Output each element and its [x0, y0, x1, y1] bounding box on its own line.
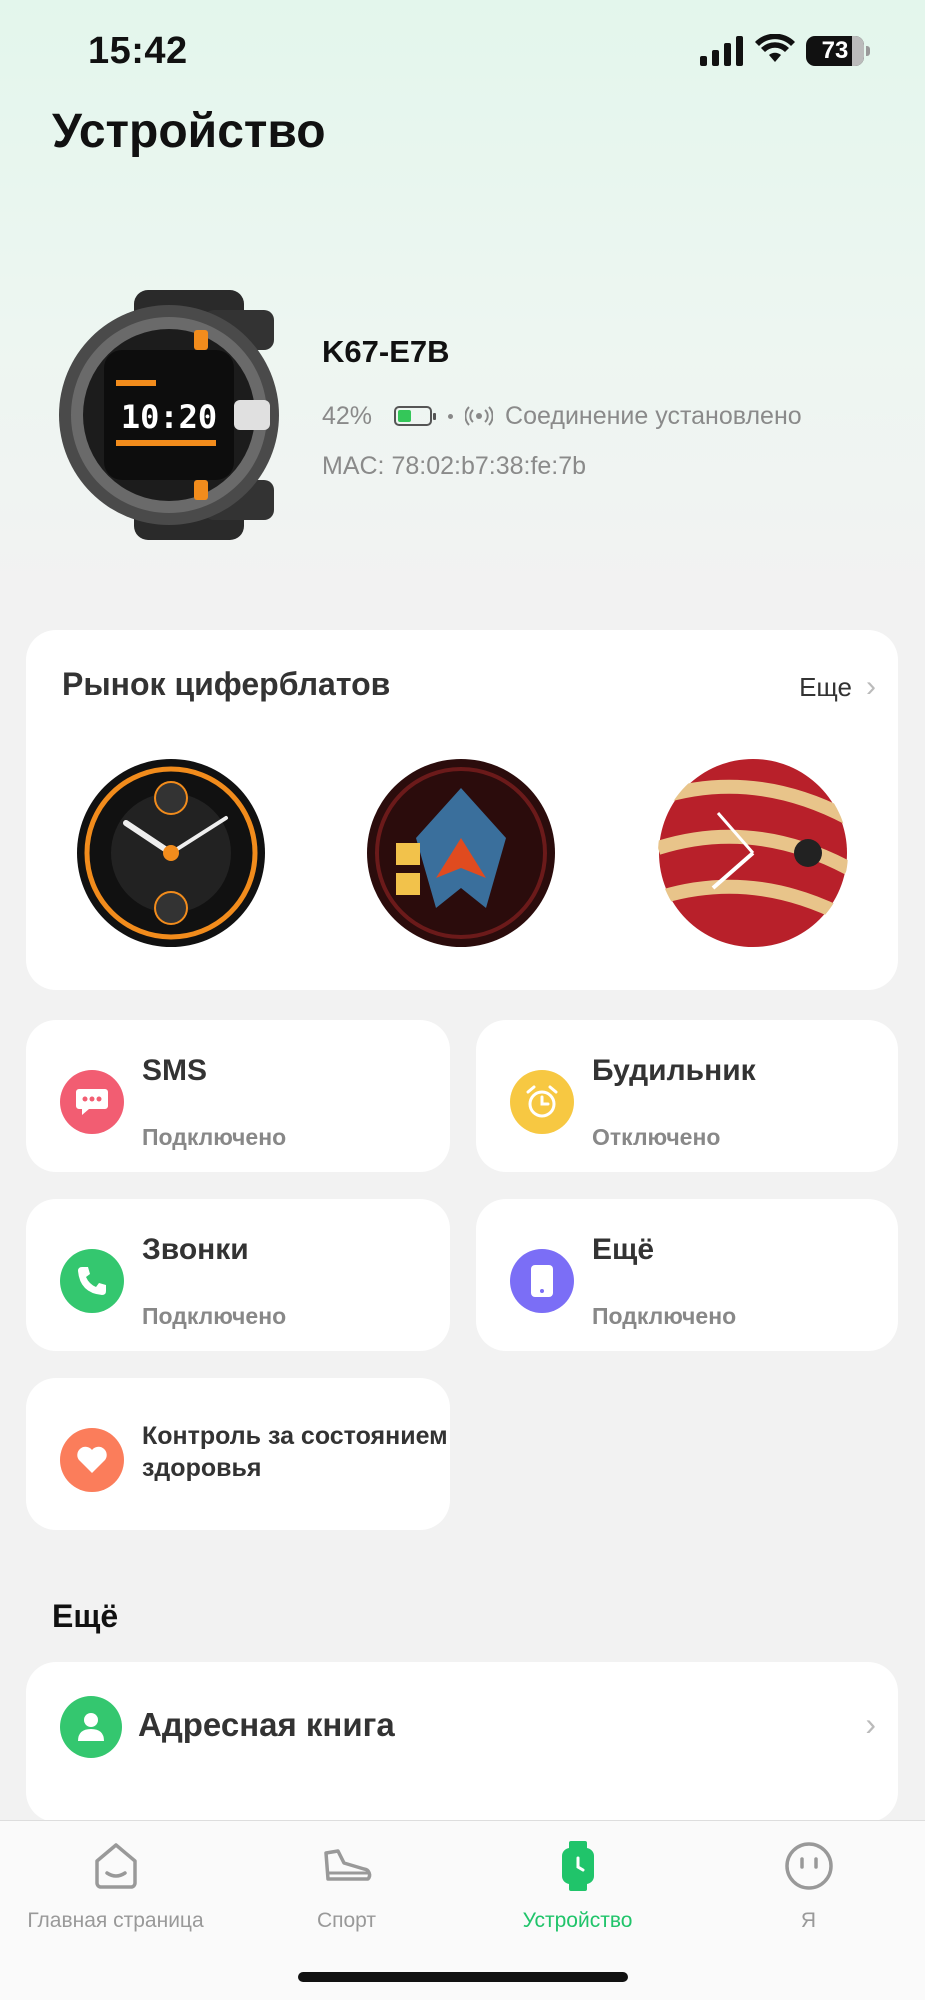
- sneaker-icon: [323, 1849, 371, 1881]
- more-label: Еще: [799, 671, 852, 702]
- feature-tile-calls[interactable]: Звонки Подключено: [26, 1199, 450, 1351]
- page-title: Устройство: [52, 105, 326, 158]
- feature-tile-sms[interactable]: SMS Подключено: [26, 1020, 450, 1172]
- watch-face-1[interactable]: [76, 758, 266, 948]
- wifi-icon: [755, 34, 795, 62]
- cellular-signal-icon: [700, 36, 743, 66]
- message-icon: [60, 1070, 124, 1134]
- feature-status: Подключено: [142, 1303, 287, 1329]
- device-icon: [510, 1249, 574, 1313]
- battery-indicator: 73: [806, 36, 870, 66]
- alarm-icon: [510, 1070, 574, 1134]
- device-status: 42% Соединение установлено: [322, 398, 802, 434]
- tab-label: Главная страница: [27, 1909, 204, 1932]
- address-book-label: Адресная книга: [138, 1706, 395, 1743]
- connection-status-text: Соединение установлено: [505, 401, 802, 430]
- tab-home[interactable]: Главная страница: [0, 1821, 231, 1941]
- device-mac: MAC: 78:02:b7:38:fe:7b: [322, 452, 587, 480]
- svg-text:10:20: 10:20: [121, 398, 217, 436]
- contact-icon: [60, 1696, 122, 1758]
- watch-face-3[interactable]: [658, 758, 848, 948]
- feature-label: Ещё: [592, 1233, 655, 1266]
- tab-label: Устройство: [522, 1909, 633, 1932]
- feature-label: Контроль за состоянием здоровья: [142, 1422, 448, 1482]
- phone-icon: [60, 1249, 124, 1313]
- tab-label: Я: [800, 1909, 817, 1932]
- status-time: 15:42: [88, 30, 188, 72]
- separator-dot: [448, 413, 454, 419]
- watch-icon: [561, 1841, 594, 1891]
- home-icon: [94, 1843, 137, 1889]
- chevron-right-icon: ›: [866, 670, 876, 703]
- feature-tile-alarm[interactable]: Будильник Отключено: [476, 1020, 898, 1172]
- status-bar: 15:42 73: [0, 0, 925, 105]
- feature-status: Подключено: [142, 1124, 287, 1150]
- chevron-right-icon: ›: [865, 1706, 876, 1742]
- feature-label: SMS: [142, 1054, 208, 1087]
- battery-level-text: 73: [821, 37, 849, 64]
- tab-label: Спорт: [316, 1909, 377, 1932]
- watch-face-2[interactable]: [366, 758, 556, 948]
- watch-face-more-button[interactable]: Еще ›: [799, 670, 876, 704]
- device-battery-percent: 42%: [322, 401, 373, 430]
- device-battery-icon: [394, 406, 437, 426]
- heart-icon: [60, 1428, 124, 1492]
- watch-image: 10:20: [59, 290, 279, 540]
- watch-face-market-title: Рынок циферблатов: [62, 666, 391, 702]
- face-icon: [784, 1842, 833, 1890]
- tab-sport[interactable]: Спорт: [231, 1821, 462, 1941]
- address-book-row[interactable]: Адресная книга ›: [26, 1662, 898, 1822]
- feature-tile-more[interactable]: Ещё Подключено: [476, 1199, 898, 1351]
- tab-me[interactable]: Я: [693, 1821, 924, 1941]
- feature-status: Подключено: [592, 1303, 737, 1329]
- more-section-title: Ещё: [52, 1598, 119, 1634]
- device-name: K67-E7B: [322, 334, 450, 369]
- feature-status: Отключено: [592, 1124, 721, 1150]
- connection-icon: [465, 406, 494, 426]
- watch-face-market-card: Рынок циферблатов Еще ›: [26, 630, 898, 990]
- home-indicator: [298, 1972, 628, 1982]
- feature-label: Будильник: [592, 1054, 756, 1087]
- feature-tile-health[interactable]: Контроль за состоянием здоровья: [26, 1378, 450, 1530]
- feature-label: Звонки: [142, 1233, 249, 1266]
- tab-device[interactable]: Устройство: [462, 1821, 693, 1941]
